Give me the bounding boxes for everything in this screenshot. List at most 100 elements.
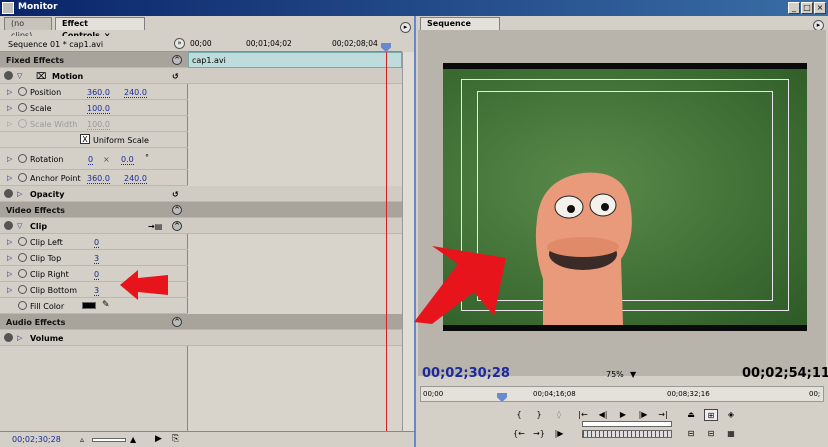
expand-triangle-icon[interactable]: ▷ xyxy=(17,190,22,198)
expand-triangle-icon[interactable]: ▽ xyxy=(17,222,22,230)
effect-opacity[interactable]: ▷ Opacity ↺ xyxy=(0,186,188,202)
step-back-icon[interactable]: ◀| xyxy=(596,409,610,421)
loop-icon[interactable]: ⎘ xyxy=(172,434,179,444)
expand-triangle-icon[interactable]: ▷ xyxy=(7,286,12,294)
chevron-down-icon[interactable]: ▼ xyxy=(630,370,636,379)
reset-icon[interactable]: ↺ xyxy=(172,72,179,81)
collapse-icon[interactable]: ^ xyxy=(172,205,182,215)
effect-motion[interactable]: ▽ ⌧ Motion ↺ xyxy=(0,68,188,84)
clip-top-value[interactable]: 3 xyxy=(94,254,100,264)
stopwatch-icon[interactable] xyxy=(18,269,27,278)
export-frame-icon[interactable]: ▦ xyxy=(724,428,738,440)
effect-timeline-area[interactable] xyxy=(188,52,402,437)
anchor-x-value[interactable]: 360.0 xyxy=(87,174,110,184)
play-icon[interactable]: ▶ xyxy=(616,409,630,421)
stopwatch-icon[interactable] xyxy=(18,253,27,262)
property-anchor-point: ▷ Anchor Point 360.0 240.0 xyxy=(0,170,188,186)
expand-triangle-icon[interactable]: ▷ xyxy=(7,155,12,163)
play-in-to-out-icon[interactable]: |▶ xyxy=(552,428,566,440)
expand-triangle-icon[interactable]: ▷ xyxy=(17,334,22,342)
effect-toggle-icon[interactable] xyxy=(4,71,13,80)
effect-timeline-ruler[interactable]: 00;00 00;01;04;02 00;02;08;04 xyxy=(188,36,402,52)
current-timecode[interactable]: 00;02;30;28 xyxy=(12,435,61,444)
zoom-level-select[interactable]: 75% xyxy=(606,370,624,379)
expand-triangle-icon[interactable]: ▷ xyxy=(7,238,12,246)
property-scale: ▷ Scale 100.0 xyxy=(0,100,188,116)
property-label: Scale Width xyxy=(30,120,78,129)
tab-sequence-01[interactable]: Sequence 01× xyxy=(420,17,500,40)
effect-toggle-icon[interactable] xyxy=(4,221,13,230)
stopwatch-icon[interactable] xyxy=(18,285,27,294)
fill-color-swatch[interactable] xyxy=(82,302,96,309)
show-timeline-icon[interactable]: » xyxy=(174,38,185,49)
eyedropper-icon[interactable]: ✎ xyxy=(102,300,110,310)
tab-no-clips[interactable]: (no clips) xyxy=(4,17,52,40)
lift-icon[interactable]: ⏏ xyxy=(684,409,698,421)
rotation-degrees-value[interactable]: 0.0 xyxy=(121,155,134,165)
zoom-in-icon[interactable]: ▲ xyxy=(130,435,136,444)
position-x-value[interactable]: 360.0 xyxy=(87,88,110,98)
monitor-time-ruler[interactable]: 00;00 00;04;16;08 00;08;32;16 00; xyxy=(420,386,824,402)
collapse-icon[interactable]: ^ xyxy=(172,221,182,231)
step-forward-icon[interactable]: |▶ xyxy=(636,409,650,421)
uniform-scale-checkbox[interactable]: X xyxy=(80,134,90,144)
expand-triangle-icon[interactable]: ▷ xyxy=(7,88,12,96)
video-display[interactable] xyxy=(418,30,826,376)
clip-bottom-value[interactable]: 3 xyxy=(94,286,100,296)
stopwatch-icon[interactable] xyxy=(18,87,27,96)
panel-menu-icon[interactable]: ▸ xyxy=(400,22,411,33)
shuttle-slider[interactable] xyxy=(582,421,672,427)
extract-icon[interactable]: ⊟ xyxy=(704,428,718,440)
stopwatch-icon[interactable] xyxy=(18,237,27,246)
clip-bar[interactable]: cap1.avi xyxy=(188,52,402,68)
maximize-button[interactable]: □ xyxy=(801,2,813,14)
stopwatch-icon[interactable] xyxy=(18,103,27,112)
set-in-point-icon[interactable]: { xyxy=(512,409,526,421)
effect-toggle-icon[interactable] xyxy=(4,189,13,198)
clip-left-value[interactable]: 0 xyxy=(94,238,100,248)
stopwatch-icon[interactable] xyxy=(18,173,27,182)
effect-name: Opacity xyxy=(30,190,65,199)
effect-settings-icon[interactable]: →▤ xyxy=(148,222,162,231)
rotation-turns-value[interactable]: 0 xyxy=(88,155,94,165)
position-y-value[interactable]: 240.0 xyxy=(124,88,147,98)
clip-right-value[interactable]: 0 xyxy=(94,270,100,280)
zoom-out-icon[interactable]: ▵ xyxy=(80,435,84,444)
trim-icon[interactable]: ⊟ xyxy=(684,428,698,440)
jog-disk[interactable] xyxy=(582,430,672,438)
expand-triangle-icon[interactable]: ▷ xyxy=(7,104,12,112)
close-button[interactable]: × xyxy=(814,2,826,14)
stopwatch-icon[interactable] xyxy=(18,301,27,310)
effect-clip[interactable]: ▽ Clip →▤ ^ xyxy=(0,218,188,234)
output-icon[interactable]: ◈ xyxy=(724,409,738,421)
scale-value[interactable]: 100.0 xyxy=(87,104,110,114)
set-marker-icon[interactable]: ◊ xyxy=(552,409,566,421)
expand-triangle-icon[interactable]: ▷ xyxy=(7,270,12,278)
minimize-button[interactable]: _ xyxy=(788,2,800,14)
window-title-bar[interactable]: Monitor _ □ × xyxy=(0,0,828,16)
go-to-out-icon[interactable]: →| xyxy=(656,409,670,421)
go-to-next-edit-icon[interactable]: →} xyxy=(532,428,546,440)
set-out-point-icon[interactable]: } xyxy=(532,409,546,421)
collapse-icon[interactable]: ^ xyxy=(172,317,182,327)
effect-toggle-icon[interactable] xyxy=(4,333,13,342)
current-time-display[interactable]: 00;02;30;28 xyxy=(422,366,510,381)
expand-triangle-icon[interactable]: ▷ xyxy=(7,174,12,182)
tab-effect-controls[interactable]: Effect Controls× xyxy=(55,17,145,40)
expand-triangle-icon[interactable]: ▽ xyxy=(17,72,22,80)
play-audio-icon[interactable]: ▶ xyxy=(155,434,162,444)
safe-margins-icon[interactable]: ⊞ xyxy=(704,409,718,421)
motion-icon[interactable]: ⌧ xyxy=(36,72,46,82)
annotation-arrow-icon xyxy=(414,246,506,324)
zoom-slider[interactable] xyxy=(92,438,126,442)
collapse-icon[interactable]: ^ xyxy=(172,55,182,65)
go-to-in-icon[interactable]: |← xyxy=(576,409,590,421)
reset-icon[interactable]: ↺ xyxy=(172,190,179,199)
anchor-y-value[interactable]: 240.0 xyxy=(124,174,147,184)
stopwatch-icon[interactable] xyxy=(18,154,27,163)
monitor-playhead[interactable] xyxy=(497,393,507,402)
track-row xyxy=(188,202,402,218)
effect-volume[interactable]: ▷ Volume xyxy=(0,330,188,346)
go-to-previous-edit-icon[interactable]: {← xyxy=(512,428,526,440)
expand-triangle-icon[interactable]: ▷ xyxy=(7,254,12,262)
